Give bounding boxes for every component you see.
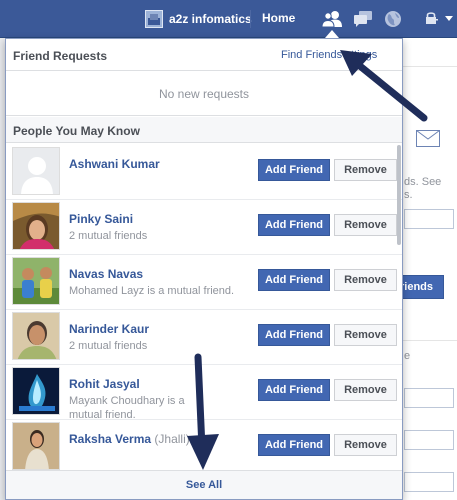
person-name[interactable]: Raksha Verma (Jhalli) (69, 432, 190, 446)
person-name[interactable]: Navas Navas (69, 267, 143, 281)
divider (396, 340, 457, 341)
people-you-may-know-header: People You May Know (6, 117, 402, 143)
profile-photo[interactable] (12, 312, 60, 360)
background-page: ds. See s. riends e (395, 38, 457, 500)
profile-photo[interactable] (12, 147, 60, 195)
background-input[interactable] (404, 209, 454, 229)
mutual-friends-text: Mayank Choudhary is a mutual friend. (69, 395, 185, 421)
settings-link[interactable]: ttings (351, 49, 377, 61)
find-friends-link[interactable]: Find Friends (281, 49, 342, 61)
person-name[interactable]: Narinder Kaur (69, 322, 149, 336)
envelope-icon (416, 130, 440, 150)
add-friend-button[interactable]: Add Friend (258, 214, 330, 236)
suggestion-row: Navas Navas Mohamed Layz is a mutual fri… (6, 255, 402, 310)
add-friend-button[interactable]: Add Friend (258, 379, 330, 401)
mutual-friends-text: Mohamed Layz is a mutual friend. (69, 285, 235, 297)
remove-button[interactable]: Remove (334, 159, 397, 181)
account-caret-icon[interactable] (445, 16, 453, 21)
add-friend-button[interactable]: Add Friend (258, 269, 330, 291)
background-text: e (404, 350, 411, 362)
remove-button[interactable]: Remove (334, 379, 397, 401)
remove-button[interactable]: Remove (334, 214, 397, 236)
background-button[interactable]: riends (396, 275, 444, 299)
suggestion-row: Rohit Jasyal Mayank Choudhary is a mutua… (6, 365, 402, 421)
section-title: People You May Know (13, 124, 140, 138)
add-friend-button[interactable]: Add Friend (258, 324, 330, 346)
top-navigation-bar: a2z infomatics Home (0, 0, 457, 38)
mutual-friends-text: 2 mutual friends (69, 230, 148, 242)
nav-divider (250, 10, 251, 28)
profile-photo[interactable] (12, 422, 60, 470)
see-all-link[interactable]: See All (6, 470, 402, 499)
background-input[interactable] (404, 430, 454, 450)
empty-requests-message: No new requests (6, 72, 402, 116)
suggestion-row: Narinder Kaur 2 mutual friends Add Frien… (6, 310, 402, 365)
profile-link[interactable]: a2z infomatics (145, 9, 252, 29)
dropdown-pointer (325, 30, 339, 38)
background-input[interactable] (404, 472, 454, 492)
notifications-globe-icon[interactable] (382, 9, 404, 29)
add-friend-button[interactable]: Add Friend (258, 434, 330, 456)
scrollbar[interactable] (397, 145, 401, 245)
profile-photo[interactable] (12, 367, 60, 415)
friend-requests-dropdown: Friend Requests Find Friends ttings No n… (5, 38, 403, 500)
suggestion-row: Pinky Saini 2 mutual friends Add Friend … (6, 200, 402, 255)
person-name[interactable]: Rohit Jasyal (69, 377, 140, 391)
remove-button[interactable]: Remove (334, 269, 397, 291)
privacy-lock-icon[interactable] (424, 11, 438, 28)
profile-name: a2z infomatics (169, 12, 252, 26)
divider (396, 66, 457, 67)
messages-icon[interactable] (352, 9, 374, 29)
person-name[interactable]: Pinky Saini (69, 212, 133, 226)
suggestion-row: Raksha Verma (Jhalli) Add Friend Remove (6, 420, 402, 475)
profile-photo[interactable] (12, 202, 60, 250)
dropdown-title: Friend Requests (13, 49, 108, 63)
home-link[interactable]: Home (262, 11, 295, 25)
add-friend-button[interactable]: Add Friend (258, 159, 330, 181)
profile-avatar (145, 10, 163, 28)
person-nickname: (Jhalli) (154, 432, 190, 446)
mutual-friends-text: 2 mutual friends (69, 340, 148, 352)
profile-photo[interactable] (12, 257, 60, 305)
background-text: s. (404, 189, 413, 201)
remove-button[interactable]: Remove (334, 324, 397, 346)
remove-button[interactable]: Remove (334, 434, 397, 456)
dropdown-header: Friend Requests Find Friends ttings (6, 39, 402, 71)
person-name[interactable]: Ashwani Kumar (69, 157, 160, 171)
friend-requests-icon[interactable] (321, 9, 343, 29)
background-input[interactable] (404, 388, 454, 408)
background-text: ds. See (404, 176, 442, 188)
suggestion-row: Ashwani Kumar Add Friend Remove (6, 145, 402, 200)
